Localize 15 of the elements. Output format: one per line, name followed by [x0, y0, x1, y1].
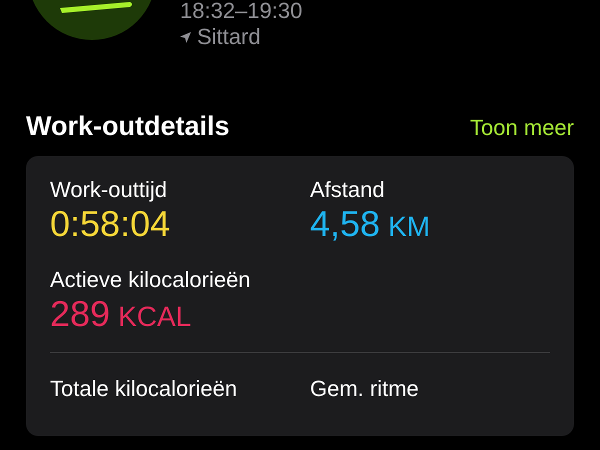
- metric-label: Work-outtijd: [50, 176, 167, 204]
- metric-value: 4,58: [310, 204, 380, 244]
- metric-value: 0:58:04: [50, 204, 170, 244]
- metric-value: 289: [50, 294, 110, 334]
- metric-label: Afstand: [310, 176, 385, 204]
- show-more-link[interactable]: Toon meer: [470, 114, 574, 142]
- section-title: Work-outdetails: [26, 110, 230, 142]
- metric-unit: KM: [388, 211, 430, 243]
- metric-label: Actieve kilocalorieën: [50, 266, 251, 294]
- location-arrow-icon: [180, 32, 191, 42]
- metric-label: Gem. ritme: [310, 375, 419, 403]
- metric-label: Totale kilocalorieën: [50, 375, 238, 403]
- location-label: Sittard: [197, 24, 261, 50]
- metric-unit: KCAL: [118, 301, 192, 333]
- time-range: 18:32–19:30: [180, 0, 304, 22]
